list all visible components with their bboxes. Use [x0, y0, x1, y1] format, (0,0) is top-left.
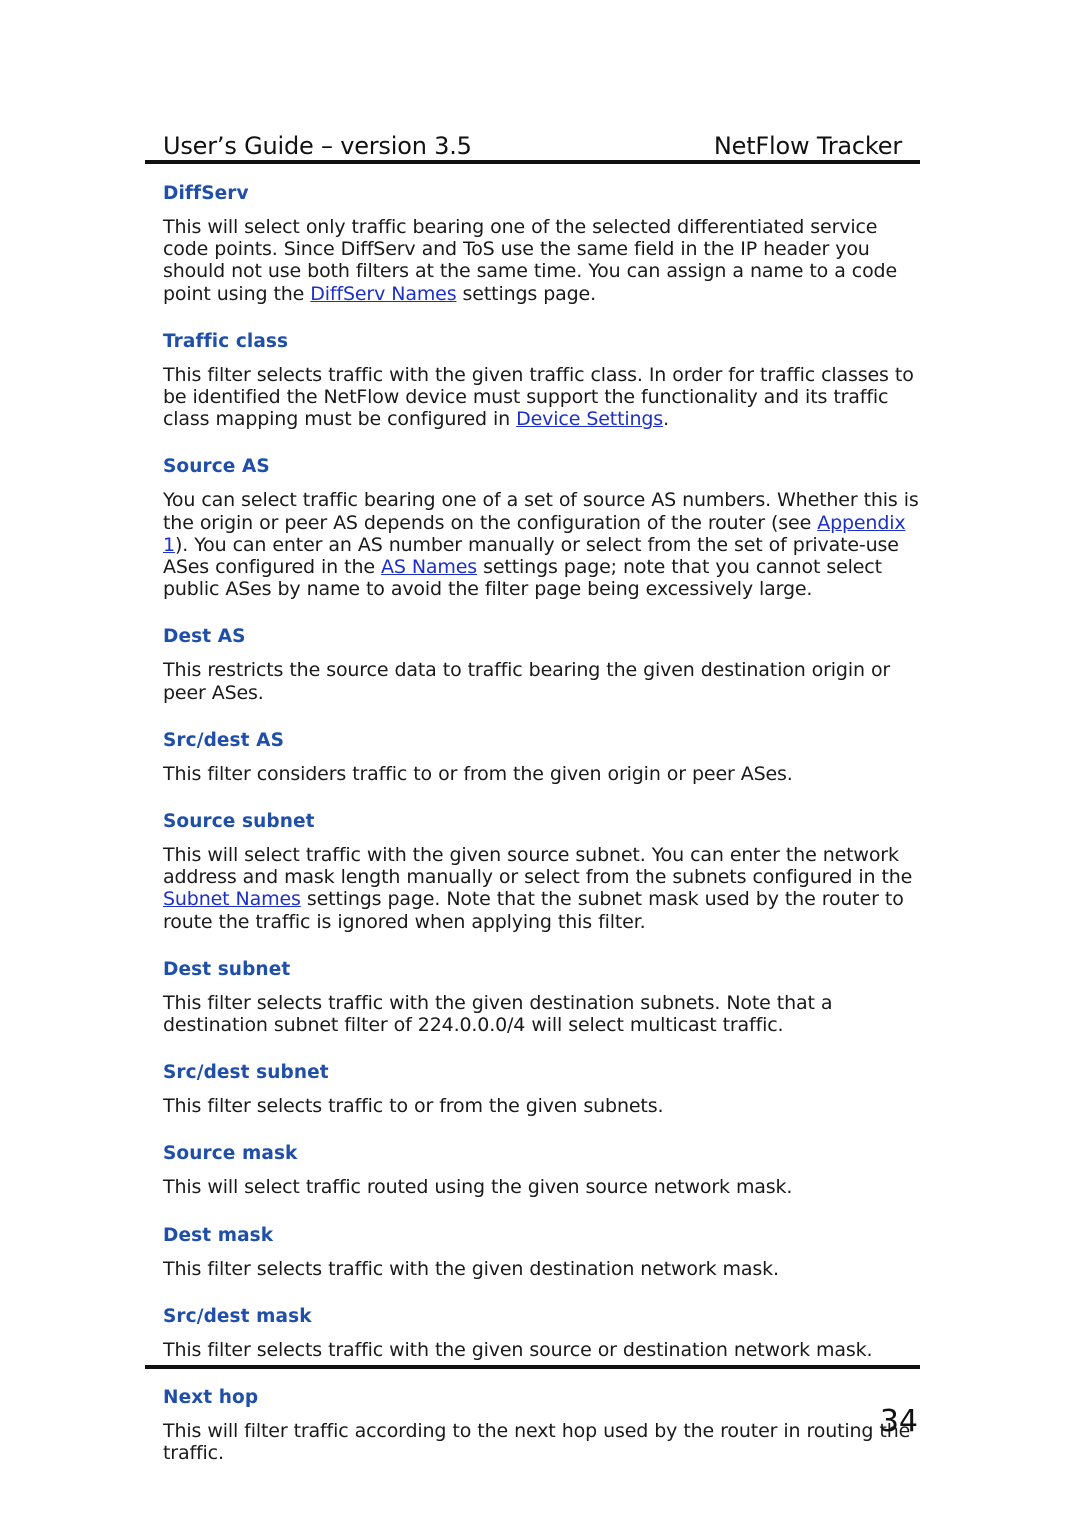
header-right-title: NetFlow Tracker	[713, 132, 902, 160]
section-paragraph-source-subnet: This will select traffic with the given …	[163, 844, 920, 933]
doc-section-source-as: Source AS You can select traffic bearing …	[163, 456, 920, 600]
page-number: 34	[879, 1404, 918, 1439]
paragraph-text: settings page.	[456, 282, 597, 305]
section-heading-dest-as: Dest AS	[163, 626, 246, 648]
section-paragraph-src-dest-as: This filter considers traffic to or from…	[163, 763, 920, 785]
paragraph-text: .	[663, 408, 669, 431]
section-heading-src-dest-as: Src/dest AS	[163, 729, 284, 751]
section-paragraph-source-mask: This will select traffic routed using th…	[163, 1176, 920, 1198]
footer-divider	[145, 1365, 920, 1369]
section-paragraph-src-dest-subnet: This filter selects traffic to or from t…	[163, 1095, 920, 1117]
doc-section-src-dest-subnet: Src/dest subnet This filter selects traff…	[163, 1062, 920, 1117]
doc-section-dest-as: Dest AS This restricts the source data to…	[163, 626, 920, 703]
paragraph-text: This filter selects traffic with the giv…	[163, 991, 833, 1037]
doc-section-src-dest-as: Src/dest AS This filter considers traffic…	[163, 730, 920, 785]
doc-section-dest-subnet: Dest subnet This filter selects traffic w…	[163, 959, 920, 1036]
section-paragraph-traffic-class: This filter selects traffic with the giv…	[163, 364, 920, 431]
doc-link-device-settings[interactable]: Device Settings	[516, 408, 663, 430]
header-left-title: User’s Guide – version 3.5	[163, 132, 472, 160]
doc-link-as-names[interactable]: AS Names	[381, 556, 477, 578]
paragraph-text: This will select traffic with the given …	[163, 844, 913, 889]
section-paragraph-dest-mask: This filter selects traffic with the giv…	[163, 1258, 920, 1280]
section-heading-source-mask: Source mask	[163, 1143, 298, 1165]
section-paragraph-src-dest-mask: This filter selects traffic with the giv…	[163, 1339, 920, 1361]
section-paragraph-diffserv: This will select only traffic bearing on…	[163, 216, 920, 305]
section-heading-dest-mask: Dest mask	[163, 1224, 274, 1246]
section-paragraph-dest-subnet: This filter selects traffic with the giv…	[163, 992, 920, 1036]
doc-section-traffic-class: Traffic class This filter selects traffic…	[163, 331, 920, 431]
document-page: User’s Guide – version 3.5 NetFlow Track…	[0, 0, 1080, 1528]
paragraph-text: This filter considers traffic to or from…	[163, 762, 793, 785]
paragraph-text: This will select traffic routed using th…	[163, 1176, 793, 1199]
section-heading-dest-subnet: Dest subnet	[163, 958, 291, 980]
doc-section-source-subnet: Source subnet This will select traffic wi…	[163, 811, 920, 933]
doc-link-subnet-names[interactable]: Subnet Names	[163, 888, 301, 910]
section-heading-source-subnet: Source subnet	[163, 811, 315, 833]
section-heading-src-dest-subnet: Src/dest subnet	[163, 1062, 329, 1084]
section-heading-diffserv: DiffServ	[163, 183, 249, 204]
doc-section-diffserv: DiffServ This will select only traffic be…	[163, 183, 920, 305]
doc-section-source-mask: Source mask This will select traffic rout…	[163, 1143, 920, 1198]
section-paragraph-source-as: You can select traffic bearing one of a …	[163, 489, 920, 600]
section-heading-source-as: Source AS	[163, 456, 270, 478]
doc-link-diffserv-names[interactable]: DiffServ Names	[310, 283, 456, 305]
section-heading-traffic-class: Traffic class	[163, 330, 289, 352]
paragraph-text: This filter selects traffic with the giv…	[163, 1257, 779, 1280]
paragraph-text: This restricts the source data to traffi…	[163, 659, 891, 704]
doc-section-dest-mask: Dest mask This filter selects traffic wit…	[163, 1225, 920, 1280]
header-divider	[145, 160, 920, 164]
running-header-row: User’s Guide – version 3.5 NetFlow Track…	[145, 128, 920, 160]
document-body: DiffServ This will select only traffic be…	[163, 183, 920, 1464]
paragraph-text: This filter selects traffic with the giv…	[163, 1338, 873, 1361]
paragraph-text: This filter selects traffic to or from t…	[163, 1095, 664, 1118]
running-header: User’s Guide – version 3.5 NetFlow Track…	[145, 128, 920, 166]
doc-section-src-dest-mask: Src/dest mask This filter selects traffic…	[163, 1306, 920, 1361]
section-paragraph-dest-as: This restricts the source data to traffi…	[163, 659, 920, 703]
section-heading-src-dest-mask: Src/dest mask	[163, 1305, 312, 1327]
paragraph-text: You can select traffic bearing one of a …	[163, 489, 919, 534]
